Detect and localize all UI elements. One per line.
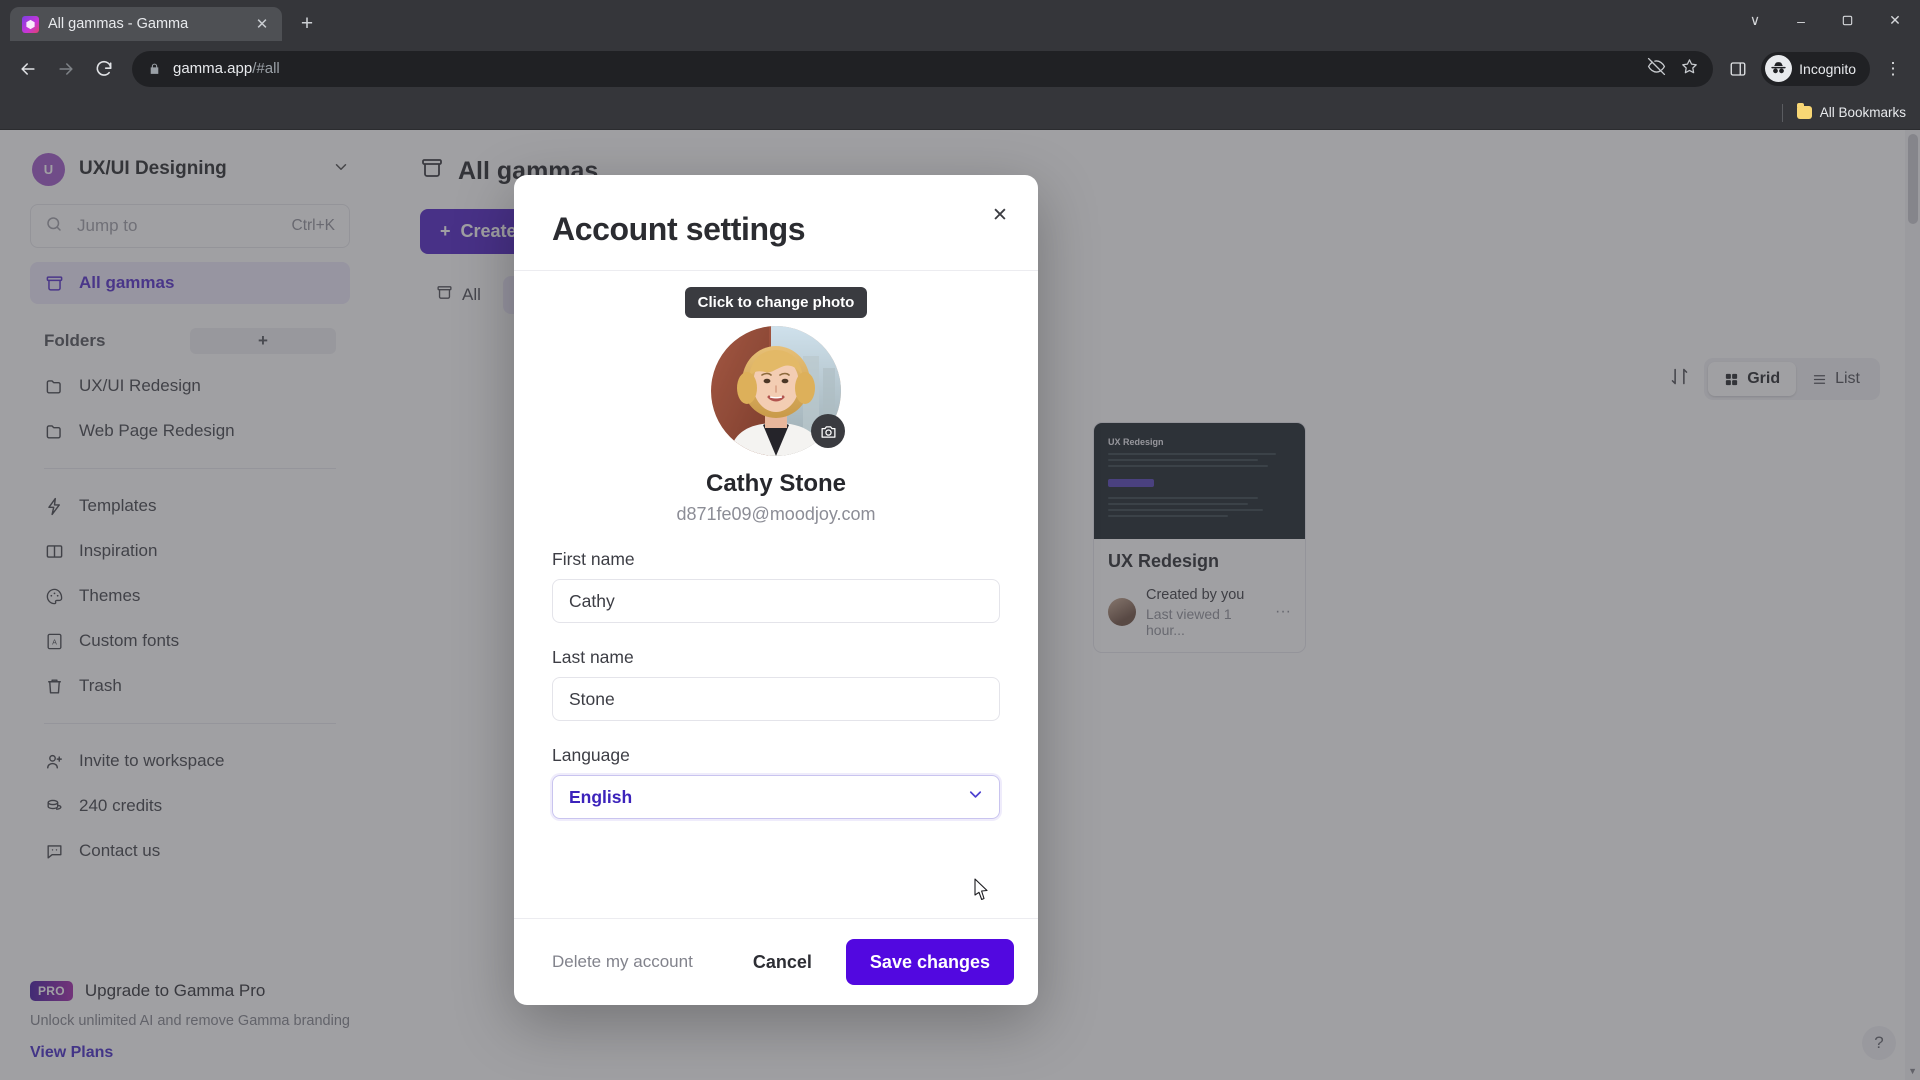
language-select[interactable]: English — [552, 775, 1000, 819]
dialog-title: Account settings — [552, 211, 806, 247]
delete-account-button[interactable]: Delete my account — [538, 952, 707, 972]
bookmarks-divider — [1781, 103, 1783, 122]
minimize-icon[interactable]: – — [1778, 0, 1824, 41]
mouse-cursor — [974, 878, 990, 901]
tracking-protection-icon[interactable] — [1647, 57, 1666, 81]
side-panel-icon[interactable] — [1721, 52, 1755, 86]
page-viewport: U UX/UI Designing Jump to Ctrl+K All gam… — [0, 130, 1920, 1080]
dialog-header: Account settings ✕ — [514, 175, 1038, 270]
close-window-icon[interactable]: ✕ — [1870, 0, 1920, 41]
profile-label: Incognito — [1799, 60, 1856, 77]
tab-strip: All gammas - Gamma ✕ + ∨ – ✕ — [0, 0, 1920, 41]
dialog-footer: Delete my account Cancel Save changes — [514, 918, 1038, 1005]
back-icon[interactable] — [10, 51, 46, 87]
footer-actions: Cancel Save changes — [733, 939, 1014, 985]
account-settings-dialog: Account settings ✕ Click to change photo — [514, 175, 1038, 1005]
bookmarks-bar: All Bookmarks — [0, 96, 1920, 130]
maximize-icon[interactable] — [1824, 0, 1870, 41]
first-name-input[interactable]: Cathy — [552, 579, 1000, 623]
person-name: Cathy Stone — [705, 470, 846, 497]
profile-photo[interactable] — [711, 326, 845, 456]
cancel-button[interactable]: Cancel — [733, 939, 832, 985]
browser-tab[interactable]: All gammas - Gamma ✕ — [10, 7, 282, 41]
photo-tooltip: Click to change photo — [684, 287, 868, 318]
save-changes-button[interactable]: Save changes — [845, 939, 1014, 985]
close-tab-icon[interactable]: ✕ — [252, 14, 272, 34]
incognito-icon — [1765, 55, 1793, 82]
language-label: Language — [552, 745, 630, 765]
forward-icon[interactable] — [48, 51, 84, 87]
reload-icon[interactable] — [86, 51, 122, 87]
profile-incognito-button[interactable]: Incognito — [1761, 51, 1870, 86]
language-value: English — [569, 786, 633, 807]
toolbar-right: Incognito ⋮ — [1721, 51, 1910, 86]
camera-icon[interactable] — [811, 414, 845, 448]
address-bar[interactable]: gamma.app/#all — [132, 50, 1714, 87]
omnibox-actions — [1647, 57, 1699, 81]
person-email: d871fe09@moodjoy.com — [676, 504, 876, 524]
url-text: gamma.app/#all — [173, 60, 280, 77]
chevron-down-icon — [966, 785, 985, 809]
window-controls: ∨ – ✕ — [1732, 0, 1920, 41]
field-first-name: First name Cathy — [552, 549, 1000, 623]
first-name-label: First name — [552, 549, 635, 569]
new-tab-button[interactable]: + — [290, 7, 324, 41]
bookmark-star-icon[interactable] — [1680, 57, 1699, 81]
site-lock-icon — [148, 62, 161, 76]
field-language: Language English — [552, 745, 1000, 819]
all-bookmarks-label: All Bookmarks — [1819, 105, 1906, 120]
gamma-logo-icon — [22, 15, 39, 33]
dialog-body: Click to change photo Cathy Stone d871fe… — [514, 271, 1038, 918]
last-name-label: Last name — [552, 647, 634, 667]
tab-title: All gammas - Gamma — [48, 16, 189, 32]
browser-toolbar: gamma.app/#all Incognito ⋮ — [0, 41, 1920, 96]
last-name-input[interactable]: Stone — [552, 677, 1000, 721]
close-icon[interactable]: ✕ — [984, 199, 1016, 231]
browser-menu-icon[interactable]: ⋮ — [1876, 52, 1910, 86]
all-bookmarks-button[interactable]: All Bookmarks — [1796, 103, 1906, 120]
browser-window: All gammas - Gamma ✕ + ∨ – ✕ gamma.app/#… — [0, 0, 1920, 1080]
field-last-name: Last name Stone — [552, 647, 1000, 721]
tab-search-icon[interactable]: ∨ — [1732, 0, 1778, 41]
folder-icon — [1796, 103, 1812, 119]
